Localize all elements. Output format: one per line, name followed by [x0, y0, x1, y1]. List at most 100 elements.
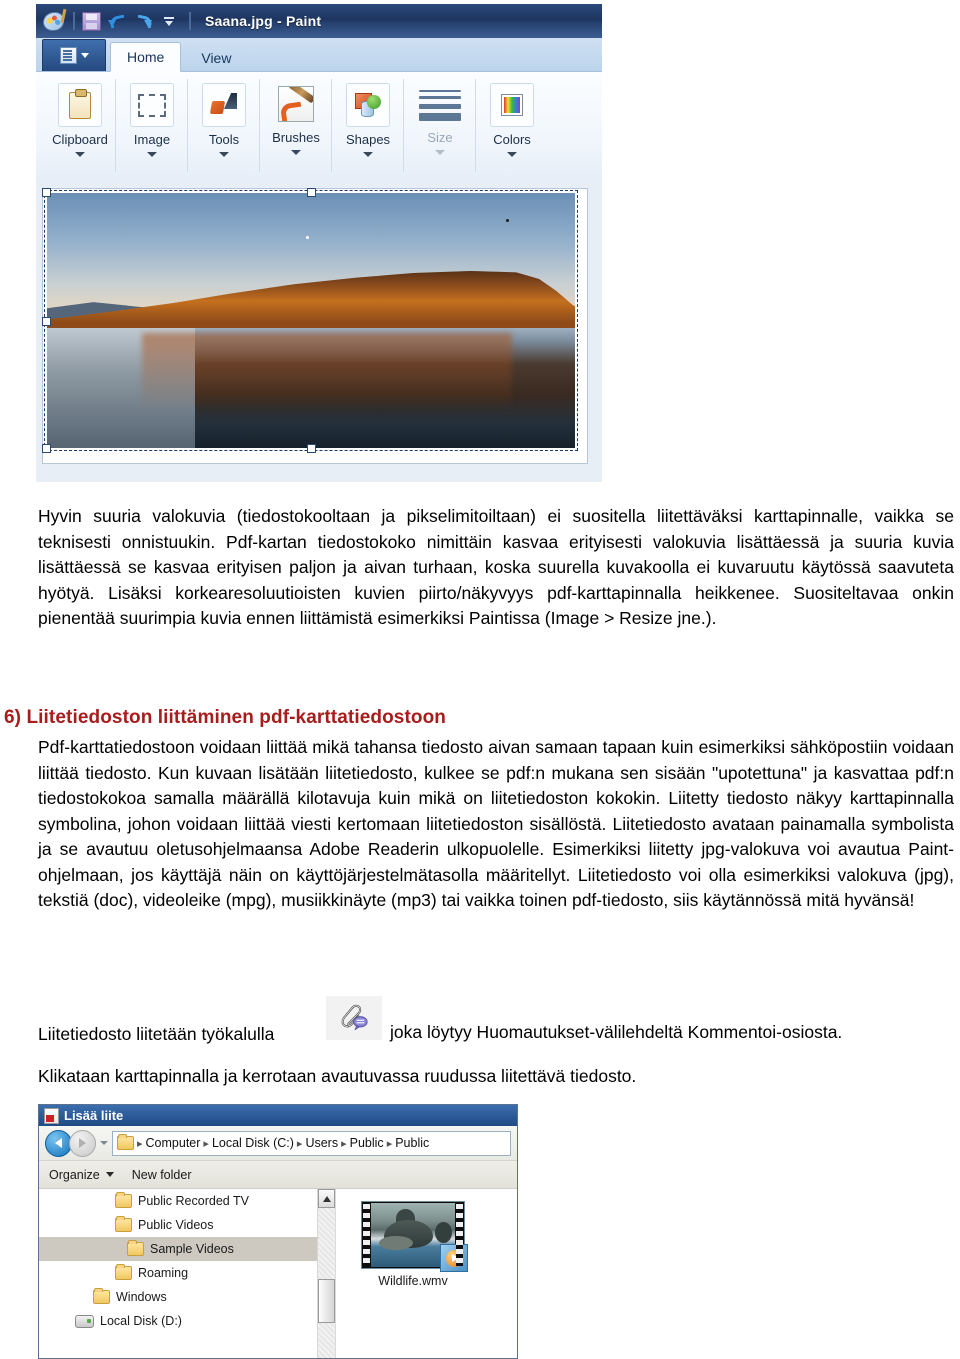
folder-icon — [127, 1240, 144, 1256]
play-icon — [440, 1244, 468, 1272]
file-item-wildlife[interactable]: Wildlife.wmv — [358, 1201, 468, 1288]
tree-label: Public Videos — [138, 1218, 214, 1232]
chevron-down-icon[interactable] — [219, 152, 229, 157]
dialog-toolbar: Organize New folder — [39, 1161, 517, 1189]
click-instruction-text: Klikataan karttapinnalla ja kerrotaan av… — [38, 1066, 637, 1086]
ribbon-label-image: Image — [133, 132, 171, 147]
tree-item-local-disk-d[interactable]: Local Disk (D:) — [39, 1309, 335, 1333]
tree-scrollbar[interactable] — [317, 1189, 335, 1358]
add-attachment-dialog: Lisää liite ▸ Computer ▸ Local Disk (C:)… — [38, 1104, 518, 1359]
tab-home[interactable]: Home — [110, 42, 182, 72]
ribbon-group-size[interactable]: Size — [403, 76, 476, 180]
dialog-body: Public Recorded TV Public Videos Sample … — [39, 1189, 517, 1358]
forward-button[interactable] — [69, 1129, 96, 1157]
paint-palette-icon[interactable] — [42, 10, 64, 32]
attach-file-tool-icon — [326, 996, 382, 1040]
file-list-pane[interactable]: Wildlife.wmv — [336, 1189, 517, 1358]
ribbon-label-shapes: Shapes — [345, 132, 391, 147]
organize-label: Organize — [49, 1167, 100, 1182]
back-button[interactable] — [45, 1129, 72, 1157]
breadcrumb-separator: ▸ — [386, 1137, 393, 1150]
breadcrumb-users[interactable]: Users — [305, 1136, 338, 1150]
navigation-tree[interactable]: Public Recorded TV Public Videos Sample … — [39, 1189, 336, 1358]
tree-item-windows[interactable]: Windows — [39, 1285, 335, 1309]
clipboard-icon[interactable] — [58, 83, 102, 127]
new-folder-button[interactable]: New folder — [132, 1168, 192, 1182]
chevron-down-icon[interactable] — [75, 152, 85, 157]
tree-label: Local Disk (D:) — [100, 1314, 182, 1328]
toolbar-divider — [73, 12, 75, 30]
seal-second — [434, 1222, 452, 1243]
breadcrumb-separator: ▸ — [203, 1137, 209, 1150]
breadcrumb-local-disk[interactable]: Local Disk (C:) — [212, 1136, 294, 1150]
ribbon-label-brushes: Brushes — [272, 130, 320, 145]
folder-icon — [93, 1288, 110, 1304]
ribbon-group-image[interactable]: Image — [115, 76, 188, 180]
organize-button[interactable]: Organize — [49, 1168, 114, 1182]
chevron-down-icon[interactable] — [435, 150, 445, 155]
paperclip-icon — [341, 1004, 368, 1031]
scroll-up-button[interactable] — [318, 1189, 335, 1208]
redo-icon[interactable] — [132, 10, 154, 32]
ribbon-group-clipboard[interactable]: Clipboard — [44, 76, 116, 180]
ribbon-label-colors: Colors — [493, 132, 531, 147]
breadcrumb-public-2[interactable]: Public — [395, 1136, 429, 1150]
folder-icon — [115, 1192, 132, 1208]
paint-file-menu-button[interactable] — [42, 39, 106, 71]
tree-item-public-videos[interactable]: Public Videos — [39, 1213, 335, 1237]
chevron-down-icon[interactable] — [291, 150, 301, 155]
tree-item-public-recorded-tv[interactable]: Public Recorded TV — [39, 1189, 335, 1213]
address-bar[interactable]: ▸ Computer ▸ Local Disk (C:) ▸ Users ▸ P… — [112, 1130, 511, 1156]
folder-icon — [115, 1264, 132, 1280]
video-thumbnail-icon — [361, 1201, 468, 1272]
breadcrumb-separator: ▸ — [341, 1137, 347, 1150]
section-heading-6: 6) Liitetiedoston liittäminen pdf-kartta… — [4, 707, 446, 728]
ribbon-label-clipboard: Clipboard — [52, 132, 108, 147]
shapes-icon[interactable] — [346, 83, 390, 127]
breadcrumb-computer[interactable]: Computer — [146, 1136, 201, 1150]
tree-label: Public Recorded TV — [138, 1194, 249, 1208]
line-size-icon[interactable] — [419, 83, 461, 125]
breadcrumb-separator: ▸ — [296, 1137, 303, 1150]
ribbon-group-shapes[interactable]: Shapes — [331, 76, 404, 180]
paint-window-title: Saana.jpg - Paint — [205, 13, 322, 29]
chevron-down-icon — [80, 53, 89, 58]
chevron-down-icon[interactable] — [507, 152, 517, 157]
paragraph-attachment-info: Pdf-karttatiedostoon voidaan liittää mik… — [38, 737, 954, 910]
breadcrumb-public[interactable]: Public — [350, 1136, 384, 1150]
breadcrumb-separator: ▸ — [137, 1137, 143, 1150]
tree-label: Windows — [116, 1290, 167, 1304]
scrollbar-thumb[interactable] — [318, 1279, 335, 1323]
select-rectangle-icon[interactable] — [130, 83, 174, 127]
paint-ribbon: Clipboard Image Tools Brushes Shapes Siz… — [36, 72, 602, 187]
ribbon-group-tools[interactable]: Tools — [187, 76, 260, 180]
save-icon[interactable] — [80, 10, 102, 32]
ribbon-group-brushes[interactable]: Brushes — [259, 76, 332, 180]
ribbon-label-tools: Tools — [208, 132, 240, 147]
brush-icon[interactable] — [275, 83, 317, 125]
recent-locations-icon[interactable] — [100, 1141, 108, 1145]
tree-label: Sample Videos — [150, 1242, 234, 1256]
context-menu-clip: Cut Copy Paste Crop Select all + Invert … — [391, 266, 587, 480]
tree-item-sample-videos[interactable]: Sample Videos — [39, 1237, 335, 1261]
seal-pup — [379, 1236, 413, 1251]
attach-tool-text-before: Liitetiedosto liitetään työkalulla — [38, 1024, 275, 1044]
ribbon-group-colors[interactable]: Colors — [475, 76, 548, 180]
color-palette-icon[interactable] — [490, 83, 534, 127]
folder-icon — [115, 1216, 132, 1232]
customize-quick-access-icon[interactable] — [158, 10, 180, 32]
chevron-down-icon[interactable] — [363, 152, 373, 157]
attach-tool-text-after: joka löytyy Huomautukset-välilehdeltä Ko… — [390, 1022, 843, 1042]
paint-tab-bar: Home View — [36, 38, 602, 72]
toolbar-divider-2 — [189, 12, 191, 30]
undo-icon[interactable] — [106, 10, 128, 32]
paint-title-bar: Saana.jpg - Paint — [36, 4, 602, 38]
tree-item-roaming[interactable]: Roaming — [39, 1261, 335, 1285]
ribbon-label-size: Size — [427, 130, 453, 145]
pdf-icon — [44, 1107, 59, 1124]
dialog-title-bar: Lisää liite — [39, 1105, 517, 1126]
dialog-navigation-bar: ▸ Computer ▸ Local Disk (C:) ▸ Users ▸ P… — [39, 1126, 517, 1161]
tools-icon[interactable] — [202, 83, 246, 127]
tab-view[interactable]: View — [185, 44, 247, 71]
chevron-down-icon[interactable] — [147, 152, 157, 157]
